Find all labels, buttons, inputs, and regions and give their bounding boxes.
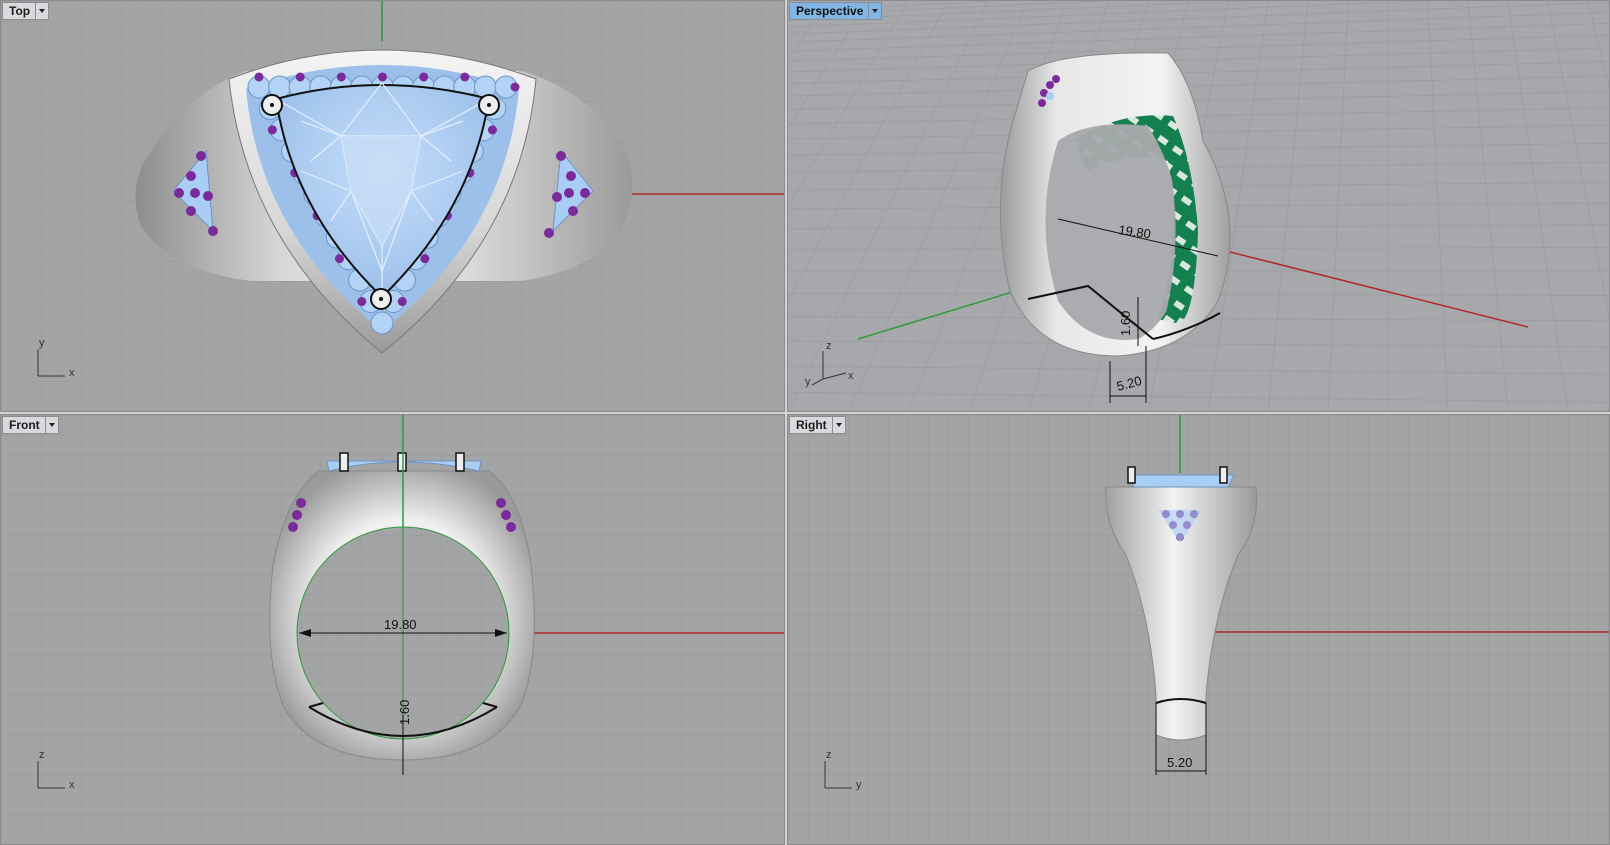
accent-stone [487, 125, 497, 135]
right-view-canvas: 5.20 z y [788, 415, 1609, 844]
dim-diameter-front: 19.80 [384, 617, 417, 632]
halo-stone [370, 311, 394, 335]
accent-stone [510, 82, 520, 92]
tab-right-viewport[interactable]: Right [789, 416, 846, 434]
viewport-title-perspective: Perspective [796, 4, 864, 18]
viewport-title-top: Top [9, 4, 31, 18]
accent-stone [334, 254, 344, 264]
chevron-down-icon[interactable] [868, 3, 881, 19]
axis-label-z: z [826, 340, 832, 352]
tab-perspective-viewport[interactable]: Perspective [789, 2, 883, 20]
dim-thickness-front: 1.60 [397, 700, 412, 725]
chevron-down-icon[interactable] [35, 3, 48, 19]
accent-stone [336, 72, 346, 82]
viewport-title-front: Front [9, 418, 40, 432]
viewport-top[interactable]: y x Top [0, 0, 785, 412]
accent-stone [295, 72, 305, 82]
right-gem-profile [1127, 474, 1235, 488]
accent-stone [357, 297, 367, 307]
axis-label-z: z [39, 749, 45, 761]
axis-label-x: x [69, 779, 75, 791]
tab-top-viewport[interactable]: Top [2, 2, 50, 20]
accent-stone [267, 125, 277, 135]
accent-stone [254, 72, 264, 82]
axis-label-y: y [805, 376, 811, 388]
dim-width-right: 5.20 [1167, 755, 1192, 770]
accent-stone [420, 254, 430, 264]
accent-stone [378, 72, 387, 82]
viewport-title-right: Right [796, 418, 827, 432]
axis-label-x: x [848, 370, 854, 382]
viewport-perspective[interactable]: 19.80 1.60 5.20 z x y Perspective [787, 0, 1610, 412]
accent-stone [460, 72, 470, 82]
front-view-canvas: 19.80 1.60 z x [1, 415, 784, 844]
accent-stone [419, 72, 429, 82]
accent-stone [397, 297, 407, 307]
tab-front-viewport[interactable]: Front [2, 416, 59, 434]
chevron-down-icon[interactable] [831, 417, 845, 433]
chevron-down-icon[interactable] [44, 417, 58, 433]
axis-label-y: y [39, 337, 45, 349]
viewport-right[interactable]: 5.20 z y Right [787, 414, 1610, 845]
perspective-view-canvas: 19.80 1.60 5.20 z x y [788, 1, 1609, 411]
top-view-canvas: y x [1, 1, 784, 411]
dim-thickness-perspective: 1.60 [1118, 311, 1133, 336]
viewport-front[interactable]: 19.80 1.60 z x Front [0, 414, 785, 845]
axis-label-y: y [856, 779, 862, 791]
axis-label-z: z [826, 749, 832, 761]
axis-label-x: x [69, 367, 75, 379]
